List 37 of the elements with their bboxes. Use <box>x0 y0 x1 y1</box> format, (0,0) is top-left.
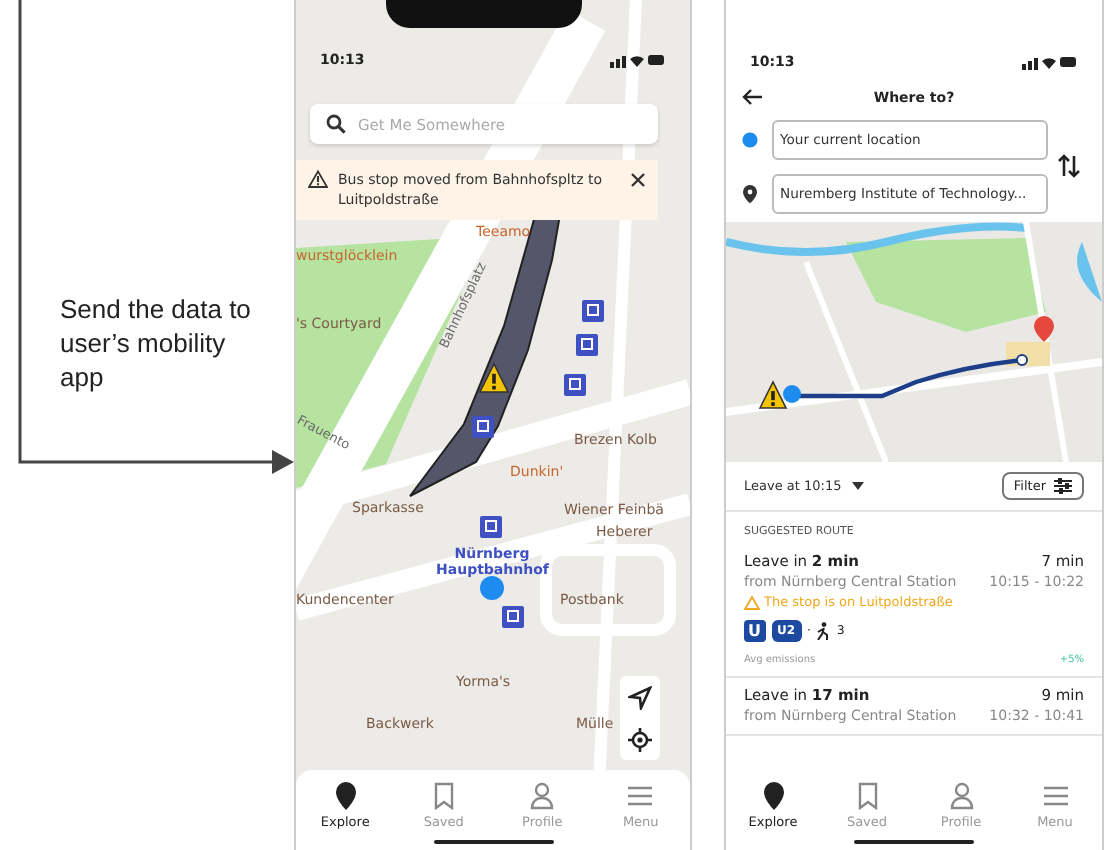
warning-icon <box>758 380 788 409</box>
locate-icon <box>628 727 652 751</box>
destination-pin-icon <box>1034 316 1054 342</box>
sliders-icon <box>1054 478 1072 494</box>
search-icon <box>326 114 346 134</box>
origin-dot-icon <box>742 131 758 147</box>
status-icons <box>1022 57 1076 70</box>
explore-icon <box>331 780 360 810</box>
warning-icon <box>744 595 760 609</box>
person-icon <box>947 780 975 810</box>
back-arrow-icon <box>742 88 764 106</box>
destination-pin-icon <box>742 183 758 203</box>
close-icon <box>630 172 646 188</box>
warning-icon <box>308 170 328 188</box>
bus-stop-icon <box>582 300 604 322</box>
bus-stop-icon <box>502 606 524 628</box>
bus-stop-icon <box>480 516 502 538</box>
waypoint-dot <box>1016 354 1028 366</box>
walking-person-icon <box>816 622 831 640</box>
bookmark-icon <box>429 780 458 810</box>
status-icons <box>610 55 664 68</box>
caret-icon <box>851 482 864 490</box>
bookmark-icon <box>853 780 881 810</box>
person-icon <box>528 780 557 810</box>
home-indicator <box>854 840 974 844</box>
annotation-text: Send the data to user’s mobility app <box>60 292 253 394</box>
warning-icon <box>478 362 510 393</box>
bus-stop-icon <box>564 374 586 396</box>
home-indicator <box>433 840 553 844</box>
swap-icon <box>1058 154 1080 178</box>
current-location-dot <box>480 576 504 600</box>
navigation-arrow-icon <box>628 685 652 709</box>
subway-badge: U <box>744 620 765 642</box>
bus-stop-icon <box>472 416 494 438</box>
bus-stop-icon <box>576 334 598 356</box>
explore-icon <box>759 780 787 810</box>
current-location-dot <box>783 385 801 403</box>
